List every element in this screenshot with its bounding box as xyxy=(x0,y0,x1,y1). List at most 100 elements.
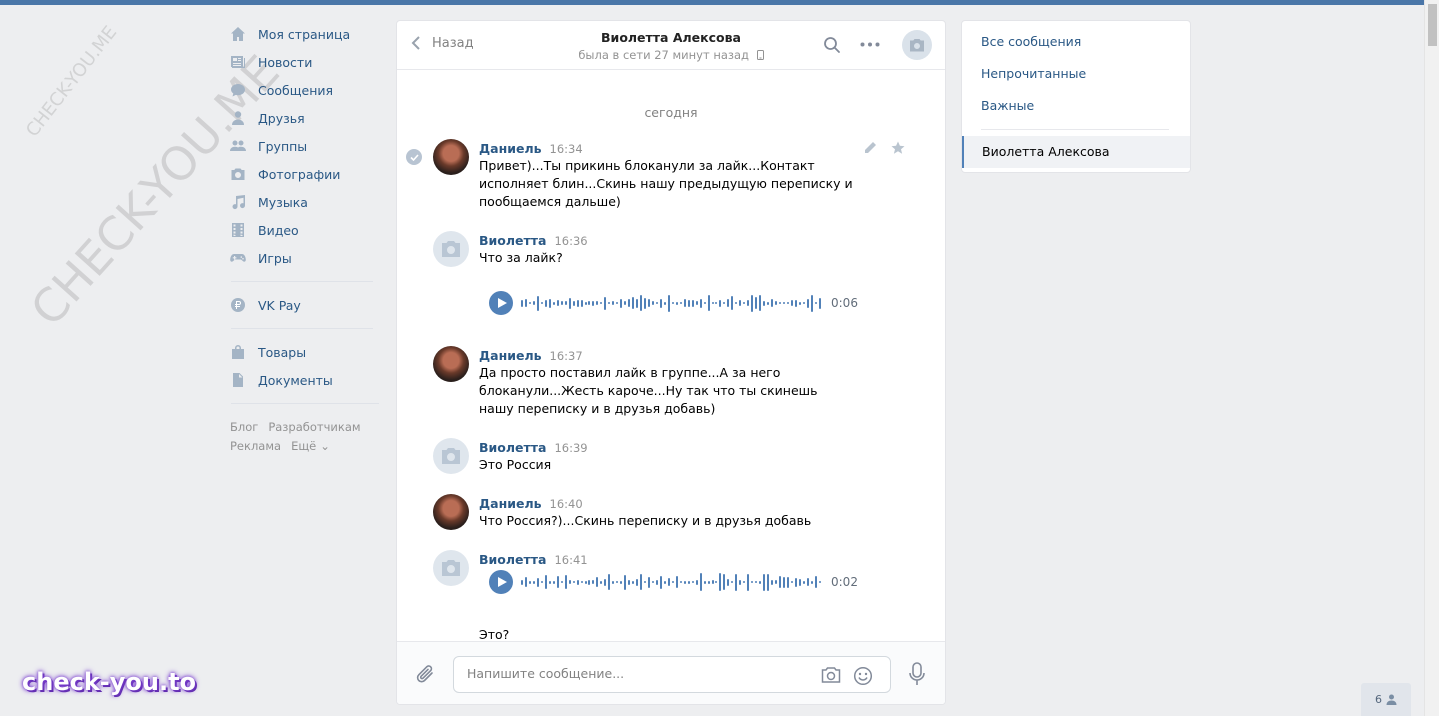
nav-label: Новости xyxy=(258,54,313,70)
avatar[interactable] xyxy=(433,494,469,530)
avatar[interactable] xyxy=(433,231,469,267)
footer-link-ads[interactable]: Реклама xyxy=(230,439,281,453)
waveform-bar xyxy=(588,579,591,585)
avatar[interactable] xyxy=(433,139,469,175)
peer-avatar[interactable] xyxy=(902,30,932,60)
scrollbar-thumb[interactable] xyxy=(1428,4,1437,46)
waveform-bar xyxy=(568,297,571,309)
message-author[interactable]: Даниель 16:34 xyxy=(479,141,583,156)
nav-item-news[interactable]: Новости xyxy=(230,48,380,76)
waveform-bar xyxy=(806,578,809,586)
filter-unread[interactable]: Непрочитанные xyxy=(981,66,1086,81)
message-author[interactable]: Виолетта 16:36 xyxy=(479,233,588,248)
checkmark-icon[interactable] xyxy=(406,149,422,165)
waveform[interactable] xyxy=(521,293,821,313)
nav-item-my-page[interactable]: Моя страница xyxy=(230,20,380,48)
waveform-bar xyxy=(521,299,523,307)
footer-link-more[interactable]: Ещё ⌄ xyxy=(291,439,340,453)
footer-link-dev[interactable]: Разработчикам xyxy=(268,420,360,434)
chat-panel: Назад Виолетта Алексова была в сети 27 м… xyxy=(396,20,946,705)
camera-icon[interactable] xyxy=(820,666,842,684)
waveform-bar xyxy=(723,302,726,304)
waveform-bar xyxy=(818,297,821,309)
waveform-bar xyxy=(679,302,682,304)
waveform-bar xyxy=(620,298,623,308)
footer-links: Блог Разработчикам Реклама Ещё ⌄ xyxy=(230,418,380,456)
message-text: Что за лайк? xyxy=(479,250,563,265)
nav-label: Музыка xyxy=(258,194,308,210)
nav-item-groups[interactable]: Группы xyxy=(230,132,380,160)
author-name: Даниель xyxy=(479,496,542,511)
camera-icon xyxy=(910,38,924,51)
avatar[interactable] xyxy=(433,550,469,586)
waveform-bar xyxy=(711,302,714,304)
waveform-bar xyxy=(711,580,714,584)
waveform-bar xyxy=(528,580,531,584)
more-icon[interactable] xyxy=(860,42,880,47)
microphone-icon[interactable] xyxy=(908,662,926,686)
avatar[interactable] xyxy=(433,438,469,474)
waveform-bar xyxy=(731,581,734,583)
search-icon[interactable] xyxy=(823,36,841,54)
waveform-bar xyxy=(564,575,567,589)
waveform-bar xyxy=(604,296,607,310)
camera-icon xyxy=(230,166,246,182)
waveform-bar xyxy=(778,302,781,304)
message-author[interactable]: Даниель 16:37 xyxy=(479,348,583,363)
nav-item-music[interactable]: Музыка xyxy=(230,188,380,216)
active-dialog[interactable]: Виолетта Алексова xyxy=(962,136,1190,168)
nav-item-video[interactable]: Видео xyxy=(230,216,380,244)
gamepad-icon xyxy=(230,250,246,266)
waveform[interactable] xyxy=(521,572,821,592)
paperclip-icon[interactable] xyxy=(416,663,436,685)
play-button[interactable] xyxy=(489,291,513,315)
nav-item-documents[interactable]: Документы xyxy=(230,366,380,394)
nav-label: VK Pay xyxy=(258,297,301,313)
filter-important[interactable]: Важные xyxy=(981,98,1034,113)
waveform-bar xyxy=(556,576,559,588)
waveform-bar xyxy=(600,580,603,584)
nav-item-friends[interactable]: Друзья xyxy=(230,104,380,132)
message-author[interactable]: Виолетта 16:39 xyxy=(479,440,588,455)
waveform-bar xyxy=(782,302,785,304)
page-scrollbar[interactable] xyxy=(1424,0,1439,716)
waveform-bar xyxy=(778,576,781,588)
waveform-bar xyxy=(810,580,813,584)
waveform-bar xyxy=(675,576,678,588)
nav-item-messages[interactable]: Сообщения xyxy=(230,76,380,104)
avatar[interactable] xyxy=(433,346,469,382)
nav-item-games[interactable]: Игры xyxy=(230,244,380,272)
nav-item-vkpay[interactable]: VK Pay xyxy=(230,291,380,319)
online-friends-button[interactable]: 6 xyxy=(1361,683,1411,716)
message-author[interactable]: Даниель 16:40 xyxy=(479,496,583,511)
message-input[interactable] xyxy=(467,666,807,681)
nav-item-goods[interactable]: Товары xyxy=(230,338,380,366)
waveform-bar xyxy=(691,299,694,307)
message-time: 16:36 xyxy=(554,234,588,248)
chevron-down-icon: ⌄ xyxy=(320,439,330,453)
waveform-bar xyxy=(552,580,555,584)
waveform-bar xyxy=(576,299,579,307)
play-button[interactable] xyxy=(489,570,513,594)
nav-item-photos[interactable]: Фотографии xyxy=(230,160,380,188)
video-icon xyxy=(230,222,246,238)
waveform-bar xyxy=(632,297,635,309)
waveform-bar xyxy=(695,301,698,305)
mobile-icon xyxy=(756,50,764,60)
filter-all-messages[interactable]: Все сообщения xyxy=(981,34,1081,49)
star-icon[interactable] xyxy=(891,141,905,155)
waveform-bar xyxy=(775,301,777,305)
message-author[interactable]: Виолетта 16:41 xyxy=(479,552,588,567)
smile-icon[interactable] xyxy=(853,666,873,686)
message-time: 16:41 xyxy=(554,553,588,567)
waveform-bar xyxy=(616,581,619,583)
waveform-bar xyxy=(608,302,611,304)
person-icon xyxy=(1386,694,1397,705)
footer-link-blog[interactable]: Блог xyxy=(230,420,258,434)
dialog-filters: Все сообщения Непрочитанные Важные Виоле… xyxy=(961,20,1191,173)
pencil-icon[interactable] xyxy=(863,141,877,155)
waveform-bar xyxy=(810,294,813,312)
nav-label: Друзья xyxy=(258,110,305,126)
voice-message: 0:06 xyxy=(489,291,858,315)
waveform-bar xyxy=(596,301,599,305)
